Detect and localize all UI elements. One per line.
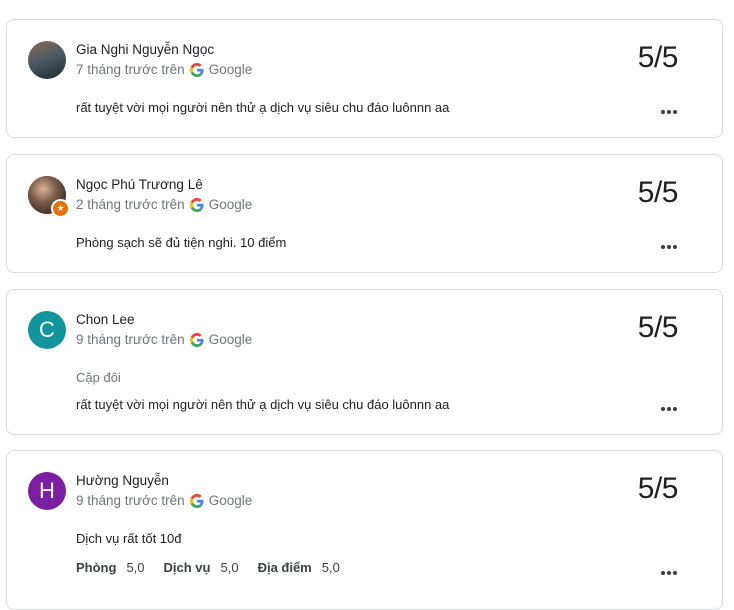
review-meta: 7 tháng trước trên Google <box>76 62 252 77</box>
google-g-icon <box>189 493 204 508</box>
more-horiz-icon[interactable] <box>660 405 678 413</box>
review-time: 2 tháng trước trên <box>76 197 185 212</box>
more-horiz-icon[interactable] <box>660 108 678 116</box>
reviewer-name[interactable]: Chon Lee <box>76 312 135 327</box>
sub-rating-value: 5,0 <box>321 560 340 575</box>
sub-rating-value: 5,0 <box>126 560 145 575</box>
sub-rating-label: Địa điểm <box>257 560 312 575</box>
review-text: rất tuyệt vời mọi người nên thử ạ dịch v… <box>76 100 450 115</box>
reviewer-name[interactable]: Ngọc Phú Trương Lê <box>76 177 203 192</box>
sub-rating-label: Dịch vụ <box>163 560 211 575</box>
review-card: H Hường Nguyễn 9 tháng trước trên Google… <box>6 450 723 610</box>
review-card: Gia Nghi Nguyễn Ngọc 7 tháng trước trên … <box>6 19 723 138</box>
review-source: Google <box>208 197 253 212</box>
review-score: 5/5 <box>637 472 679 505</box>
review-time: 9 tháng trước trên <box>76 493 185 508</box>
review-source: Google <box>208 332 253 347</box>
reviewer-name[interactable]: Hường Nguyễn <box>76 473 169 488</box>
google-g-icon <box>189 62 204 77</box>
more-horiz-icon[interactable] <box>660 569 678 577</box>
star-icon: ★ <box>51 199 70 218</box>
sub-rating-label: Phòng <box>76 560 117 575</box>
reviewer-avatar[interactable]: H <box>28 472 66 510</box>
review-time: 7 tháng trước trên <box>76 62 185 77</box>
review-score: 5/5 <box>637 41 679 74</box>
review-meta: 9 tháng trước trên Google <box>76 493 252 508</box>
reviewer-avatar[interactable]: ★ <box>28 176 70 218</box>
review-card: C Chon Lee 9 tháng trước trên Google 5/5… <box>6 289 723 435</box>
review-meta: 2 tháng trước trên Google <box>76 197 252 212</box>
review-text: Dịch vụ rất tốt 10đ <box>76 531 182 546</box>
review-score: 5/5 <box>637 311 679 344</box>
trip-type: Cặp đôi <box>76 370 121 385</box>
reviewer-name[interactable]: Gia Nghi Nguyễn Ngọc <box>76 42 214 57</box>
sub-ratings: Phòng 5,0 Dịch vụ 5,0 Địa điểm 5,0 <box>76 560 359 575</box>
review-meta: 9 tháng trước trên Google <box>76 332 252 347</box>
review-source: Google <box>208 62 253 77</box>
google-g-icon <box>189 197 204 212</box>
reviewer-avatar[interactable]: C <box>28 311 66 349</box>
review-card: ★ Ngọc Phú Trương Lê 2 tháng trước trên … <box>6 154 723 273</box>
reviewer-avatar[interactable] <box>28 41 66 79</box>
review-source: Google <box>208 493 253 508</box>
review-text: rất tuyệt vời mọi người nên thử ạ dịch v… <box>76 397 450 412</box>
sub-rating-value: 5,0 <box>220 560 239 575</box>
review-score: 5/5 <box>637 176 679 209</box>
review-text: Phòng sạch sẽ đủ tiện nghi. 10 điểm <box>76 235 287 250</box>
google-g-icon <box>189 332 204 347</box>
review-time: 9 tháng trước trên <box>76 332 185 347</box>
more-horiz-icon[interactable] <box>660 243 678 251</box>
